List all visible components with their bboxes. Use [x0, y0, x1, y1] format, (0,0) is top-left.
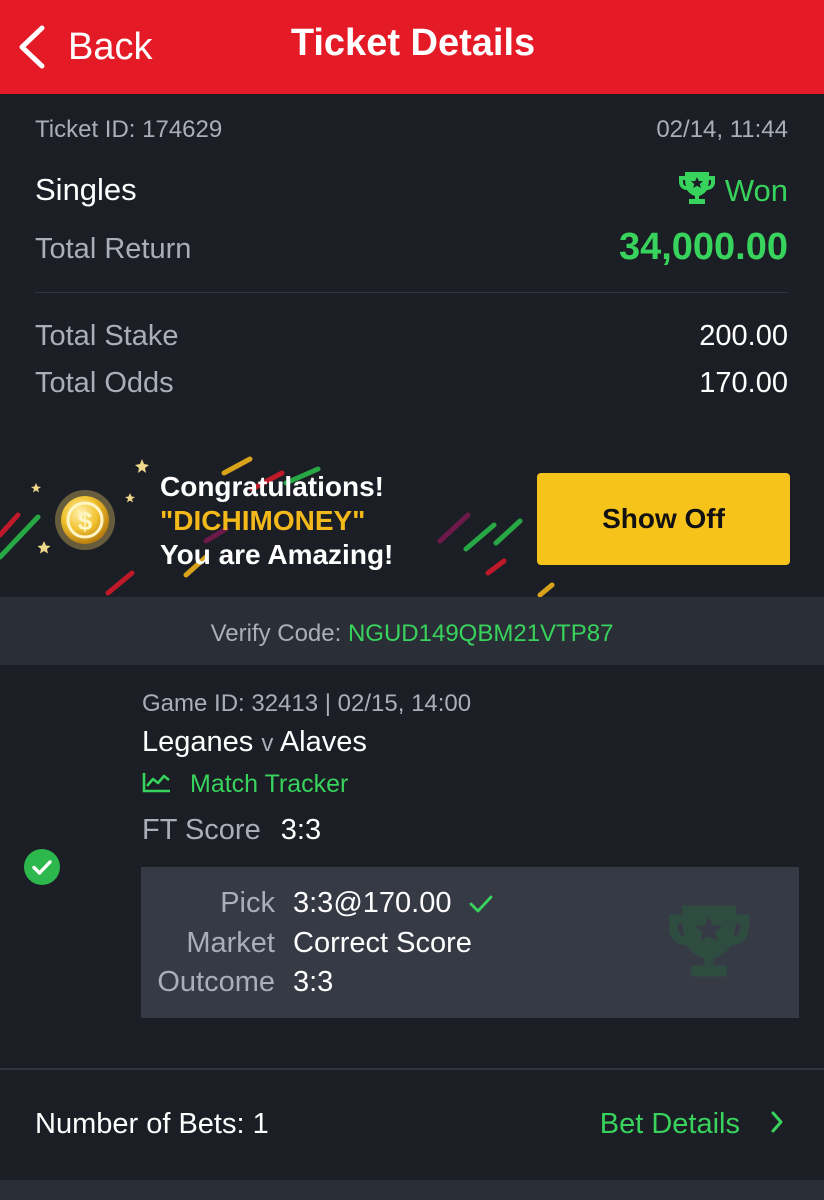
- game-meta: Game ID: 32413 | 02/15, 14:00: [142, 690, 472, 717]
- market-row: Market Correct Score: [141, 927, 799, 960]
- coin-icon: $: [50, 485, 120, 560]
- check-icon: [469, 894, 493, 914]
- total-return-value: 34,000.00: [618, 226, 788, 268]
- verify-label: Verify Code:: [210, 620, 342, 647]
- match-tracker-label: Match Tracker: [190, 770, 349, 798]
- verify-code-row: Verify Code: NGUD149QBM21VTP87: [0, 620, 824, 648]
- congrats-line1: Congratulations!: [160, 471, 384, 502]
- pick-label: Pick: [220, 887, 275, 919]
- versus-label: v: [261, 730, 274, 757]
- bet-details-label: Bet Details: [599, 1108, 740, 1140]
- congrats-username: "DICHIMONEY": [160, 505, 366, 536]
- congrats-line3: You are Amazing!: [160, 539, 394, 570]
- total-odds-label: Total Odds: [35, 367, 174, 399]
- ft-score-row: FT Score 3:3: [142, 814, 321, 847]
- svg-text:$: $: [78, 506, 93, 536]
- ticket-id: Ticket ID: 174629: [35, 116, 223, 143]
- page-title: Ticket Details: [290, 22, 536, 64]
- ft-score-label: FT Score: [142, 814, 261, 846]
- ft-score-value: 3:3: [280, 814, 322, 846]
- chart-icon: [142, 771, 172, 798]
- outcome-value: 3:3: [293, 966, 334, 998]
- home-team: Leganes: [142, 726, 254, 758]
- divider: [0, 1068, 824, 1070]
- pick-value-wrap: 3:3@170.00: [293, 887, 493, 920]
- check-circle-icon: [23, 848, 61, 886]
- verify-code[interactable]: NGUD149QBM21VTP87: [348, 620, 613, 647]
- market-label: Market: [186, 927, 275, 959]
- divider: [35, 292, 788, 293]
- outcome-label: Outcome: [157, 966, 275, 998]
- bets-count: Number of Bets: 1: [35, 1108, 269, 1140]
- show-off-button[interactable]: Show Off: [537, 473, 790, 565]
- bet-type: Singles: [35, 172, 137, 207]
- congrats-message: Congratulations! "DICHIMONEY" You are Am…: [160, 470, 393, 572]
- pick-row: Pick 3:3@170.00: [141, 887, 799, 920]
- status-badge: Won: [677, 170, 788, 211]
- pick-details-box: Pick 3:3@170.00 Market Correct Score Out…: [141, 867, 799, 1018]
- status-label: Won: [724, 172, 788, 208]
- market-value: Correct Score: [293, 927, 472, 959]
- total-odds-value: 170.00: [699, 367, 788, 399]
- match-teams: Leganes v Alaves: [142, 726, 367, 759]
- total-stake-label: Total Stake: [35, 320, 179, 352]
- pick-value: 3:3@170.00: [293, 887, 452, 919]
- bet-details-link[interactable]: Bet Details: [600, 1108, 784, 1141]
- away-team: Alaves: [279, 726, 367, 758]
- total-return-label: Total Return: [35, 233, 192, 265]
- header-bar: Back Ticket Details: [0, 0, 824, 94]
- bottom-strip: [0, 1180, 824, 1200]
- chevron-right-icon: [770, 1110, 784, 1139]
- outcome-row: Outcome 3:3: [141, 966, 799, 999]
- total-stake-value: 200.00: [699, 320, 788, 352]
- trophy-icon: [677, 170, 717, 211]
- match-tracker-link[interactable]: Match Tracker: [142, 770, 348, 799]
- ticket-datetime: 02/14, 11:44: [656, 116, 788, 143]
